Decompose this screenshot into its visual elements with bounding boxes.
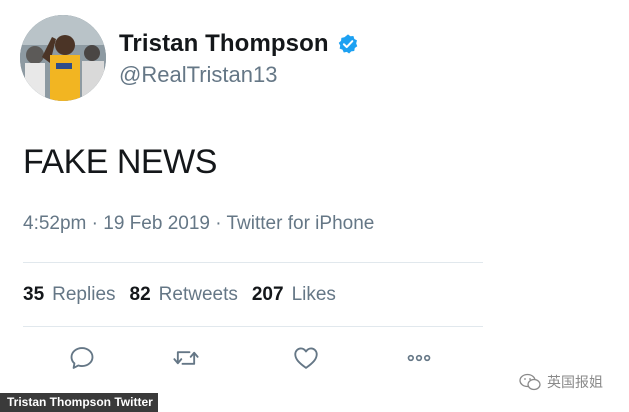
tweet-actions — [0, 342, 629, 374]
stat-label: Replies — [52, 284, 116, 305]
stat-retweets[interactable]: 82 Retweets — [130, 284, 238, 306]
stat-label: Retweets — [158, 284, 238, 305]
reply-button[interactable] — [66, 342, 98, 374]
stat-likes[interactable]: 207 Likes — [252, 284, 336, 306]
like-button[interactable] — [290, 342, 322, 374]
stat-replies[interactable]: 35 Replies — [23, 284, 116, 306]
author-name-row: Tristan Thompson — [119, 30, 359, 58]
divider — [23, 262, 483, 263]
wechat-icon — [519, 373, 541, 391]
more-button[interactable] — [403, 342, 435, 374]
stat-label: Likes — [291, 284, 336, 305]
watermark-text: 英国报姐 — [547, 375, 603, 391]
engagement-stats: 35 Replies 82 Retweets 207 Likes — [23, 284, 350, 306]
stat-count: 35 — [23, 284, 45, 305]
user-handle[interactable]: @RealTristan13 — [119, 62, 277, 88]
watermark: 英国报姐 — [519, 372, 603, 392]
stat-count: 207 — [251, 284, 284, 305]
avatar[interactable] — [20, 15, 106, 101]
reply-icon — [70, 347, 94, 369]
heart-icon — [294, 347, 318, 369]
verified-badge-icon — [338, 34, 357, 54]
tweet-card: Tristan Thompson @RealTristan13 FAKE NEW… — [0, 0, 629, 412]
tweet-timestamp[interactable]: 4:52pm · 19 Feb 2019 · Twitter for iPhon… — [23, 213, 374, 235]
more-icon — [407, 354, 431, 362]
retweet-icon — [173, 351, 199, 365]
display-name[interactable]: Tristan Thompson — [119, 30, 329, 58]
tweet-text: FAKE NEWS — [23, 143, 217, 181]
divider — [23, 326, 483, 327]
retweet-button[interactable] — [170, 342, 202, 374]
photo-credit: Tristan Thompson Twitter — [0, 393, 158, 412]
stat-count: 82 — [129, 284, 151, 305]
profile-photo-icon — [20, 15, 106, 101]
